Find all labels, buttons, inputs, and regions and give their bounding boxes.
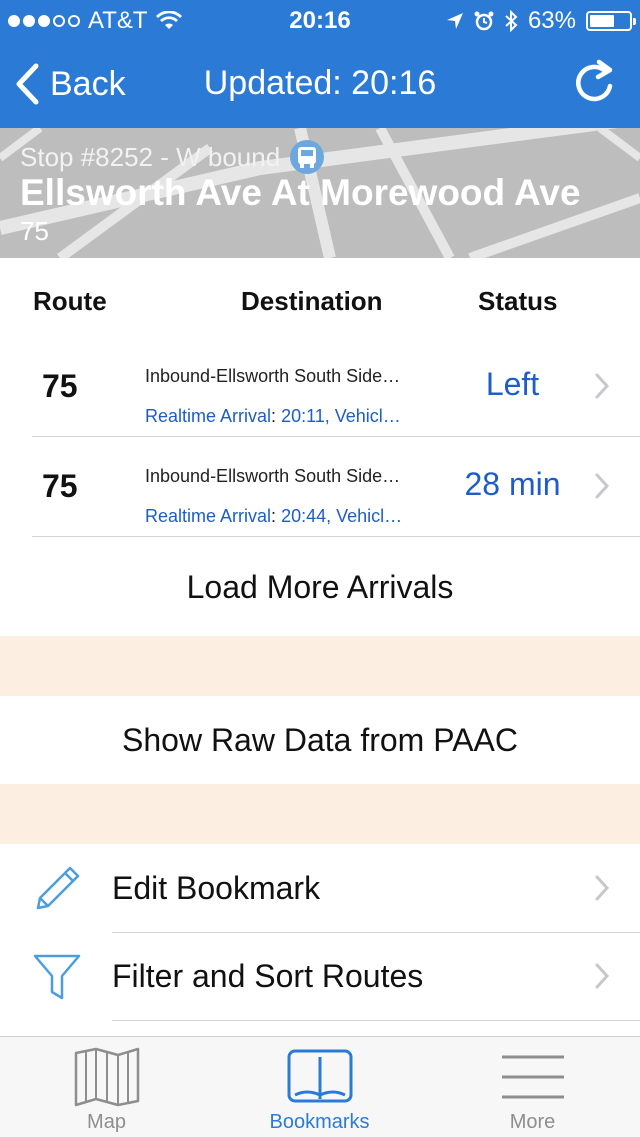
stop-route: 75 [20,216,49,246]
battery-fill [590,15,614,27]
battery-percent: 63% [527,7,576,34]
arrival-route: 75 [42,468,78,504]
destination-column-header: Destination [241,286,383,316]
menu-lines-icon [501,1055,564,1099]
arrival-destination: Inbound-Ellsworth South Side… [145,366,401,386]
arrival-destination: Inbound-Ellsworth South Side… [145,466,401,486]
page-title: Updated: 20:16 [203,64,437,102]
status-column-header: Status [478,286,558,316]
navigation-bar: Back Updated: 20:16 [0,40,640,128]
chevron-right-icon [595,963,610,989]
realtime-value: 20:44, Vehicl… [276,506,403,526]
tab-map[interactable]: Map [0,1037,213,1137]
chevron-right-icon [595,473,610,499]
chevron-right-icon [595,875,610,901]
book-icon [287,1049,352,1103]
row-divider [32,536,640,537]
tab-more-label: More [509,1111,556,1133]
arrivals-header: Route Destination Status [0,258,640,338]
raw-data-button[interactable]: Show Raw Data from PAAC [0,696,640,784]
stop-number-row: Stop #8252 - W bound [20,140,325,174]
section-spacer [0,636,640,696]
bus-icon [290,140,325,174]
arrival-route: 75 [42,368,78,404]
row-divider [112,1020,640,1021]
tab-map-label: Map [87,1111,126,1133]
edit-bookmark-button[interactable]: Edit Bookmark [0,844,640,932]
stop-header: Stop #8252 - W bound Ellsworth Ave At Mo… [0,128,640,258]
load-more-button[interactable]: Load More Arrivals [0,538,640,636]
realtime-value: 20:11, Vehicl… [276,406,401,426]
arrival-row[interactable]: 75 Inbound-Ellsworth South Side… Realtim… [0,338,640,438]
filter-sort-button[interactable]: Filter and Sort Routes [0,932,640,1020]
tab-bookmarks[interactable]: Bookmarks [213,1037,426,1137]
arrival-status: 28 min [464,466,561,502]
stop-number: Stop #8252 - W bound [20,141,281,172]
status-bar: AT&T 20:16 63% [0,0,640,40]
tab-bar: Map Bookmarks More [0,1036,640,1137]
chevron-right-icon [595,373,610,399]
section-spacer [0,784,640,844]
battery-icon [586,11,636,31]
arrival-row[interactable]: 75 Inbound-Ellsworth South Side… Realtim… [0,438,640,538]
route-column-header: Route [33,286,107,316]
bluetooth-icon [505,10,518,32]
row-divider [32,436,640,437]
filter-sort-label: Filter and Sort Routes [112,958,424,994]
pencil-icon [36,866,80,910]
arrival-status: Left [485,366,540,402]
filter-icon [33,954,81,1000]
map-icon [74,1047,139,1107]
tab-bookmarks-label: Bookmarks [269,1111,370,1133]
alarm-icon [474,11,494,31]
arrival-realtime: Realtime Arrival: 20:11, Vehicl… [145,406,401,426]
realtime-label: Realtime Arrival [145,406,272,426]
realtime-label: Realtime Arrival [145,506,272,526]
status-right: 63% [446,7,636,35]
stop-name: Ellsworth Ave At Morewood Ave [20,172,581,213]
edit-bookmark-label: Edit Bookmark [112,870,321,906]
refresh-icon[interactable] [572,58,616,106]
arrival-realtime: Realtime Arrival: 20:44, Vehicl… [145,506,403,526]
location-arrow-icon [446,13,463,29]
tab-more[interactable]: More [426,1037,639,1137]
